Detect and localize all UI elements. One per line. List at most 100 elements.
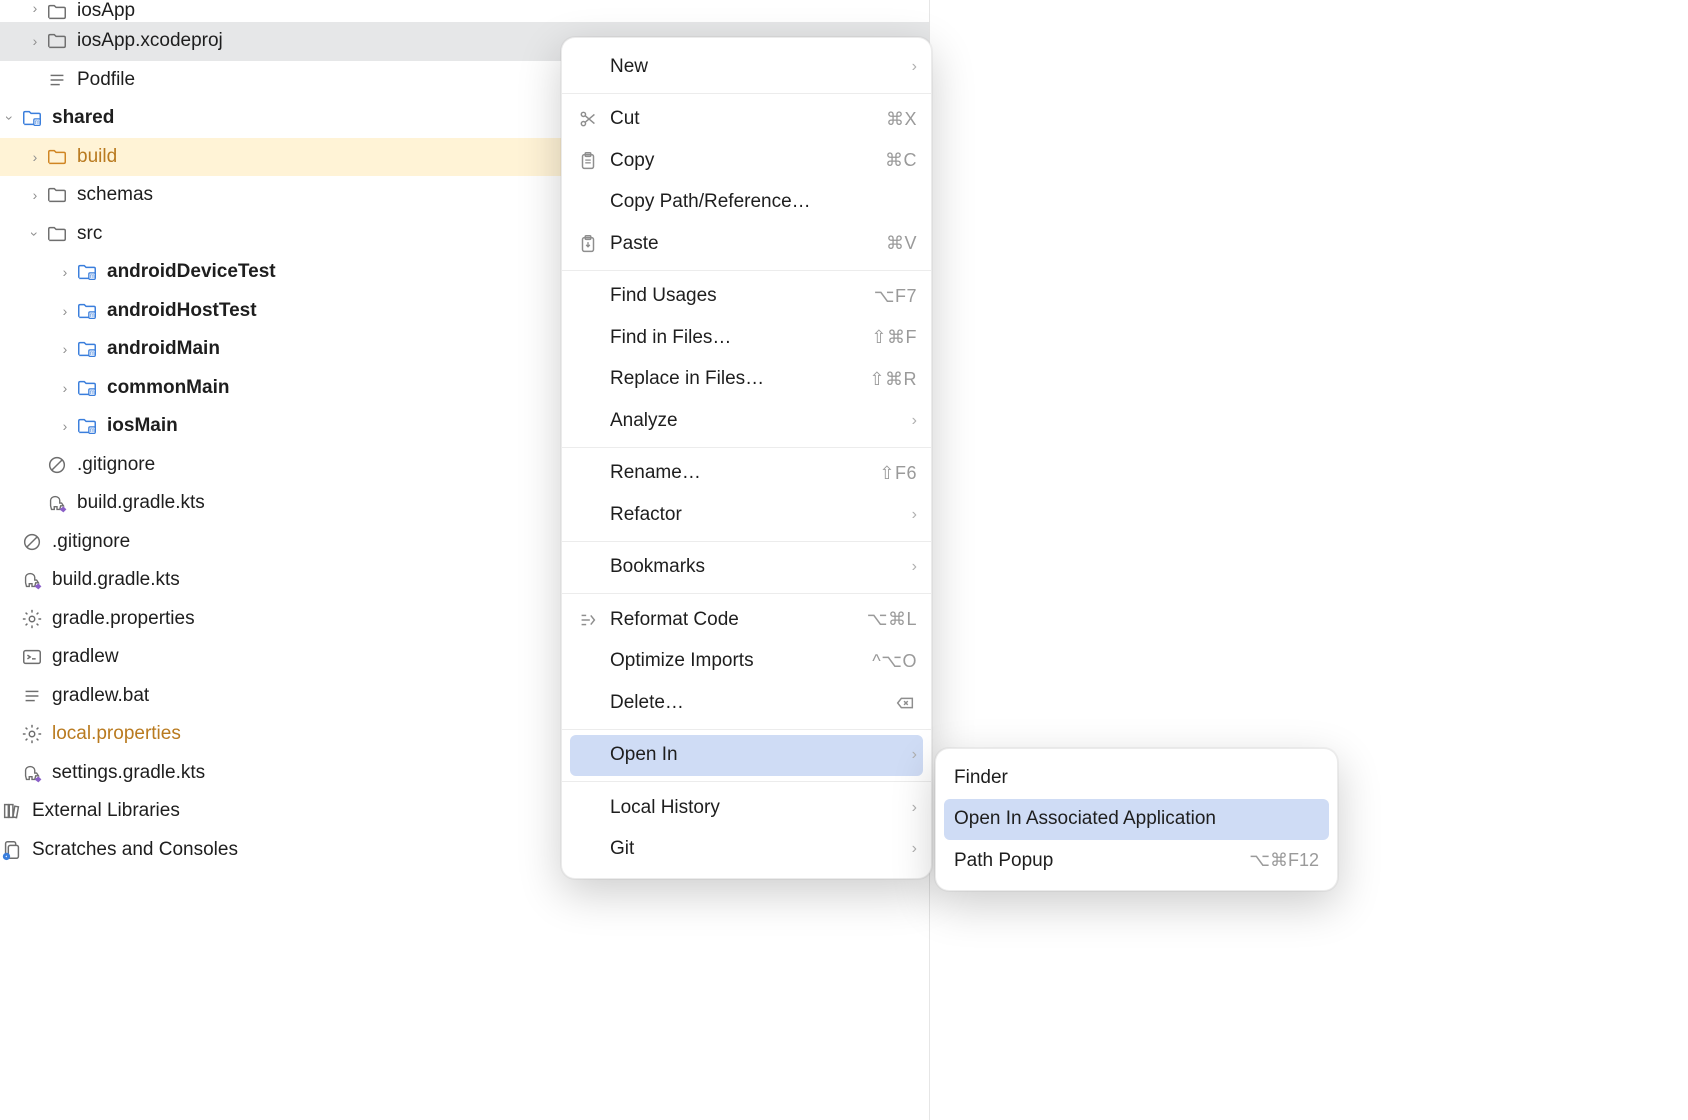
- ignored-file-icon: [45, 453, 69, 477]
- menu-bookmarks[interactable]: Bookmarks ›: [562, 547, 931, 589]
- source-folder-icon: [75, 414, 99, 438]
- submenu-shortcut: ⌥⌘F12: [1249, 850, 1319, 871]
- menu-shortcut: ⇧⌘R: [869, 369, 917, 390]
- tree-label: iosApp: [77, 0, 135, 22]
- text-file-icon: [45, 68, 69, 92]
- menu-label: Refactor: [610, 504, 904, 526]
- chevron-right-icon[interactable]: ›: [25, 0, 45, 16]
- menu-label: Bookmarks: [610, 556, 904, 578]
- menu-local-history[interactable]: Local History ›: [562, 787, 931, 829]
- tree-label: schemas: [77, 184, 153, 206]
- source-folder-icon: [75, 337, 99, 361]
- submenu-label: Open In Associated Application: [954, 808, 1319, 830]
- menu-open-in[interactable]: Open In ›: [570, 735, 923, 777]
- chevron-down-icon[interactable]: ›: [27, 224, 43, 244]
- scratches-icon: [0, 838, 24, 862]
- chevron-right-icon: ›: [912, 746, 917, 764]
- tree-label: Scratches and Consoles: [32, 839, 238, 861]
- submenu-label: Path Popup: [954, 850, 1249, 872]
- properties-file-icon: [20, 722, 44, 746]
- chevron-down-icon[interactable]: ›: [2, 108, 18, 128]
- chevron-right-icon[interactable]: ›: [55, 418, 75, 434]
- tree-label: Podfile: [77, 69, 135, 91]
- menu-separator: [562, 270, 931, 271]
- ignored-file-icon: [20, 530, 44, 554]
- menu-new[interactable]: New ›: [562, 46, 931, 88]
- tree-label: commonMain: [107, 377, 229, 399]
- menu-label: Open In: [610, 744, 904, 766]
- tree-label: gradlew: [52, 646, 119, 668]
- menu-label: Rename…: [610, 462, 879, 484]
- reformat-icon: [576, 608, 600, 632]
- submenu-associated-app[interactable]: Open In Associated Application: [944, 799, 1329, 841]
- menu-replace-in-files[interactable]: Replace in Files… ⇧⌘R: [562, 359, 931, 401]
- menu-shortcut: ⌥F7: [874, 286, 917, 307]
- chevron-right-icon[interactable]: ›: [25, 33, 45, 49]
- source-folder-icon: [75, 299, 99, 323]
- tree-label: .gitignore: [77, 454, 155, 476]
- menu-find-in-files[interactable]: Find in Files… ⇧⌘F: [562, 317, 931, 359]
- chevron-right-icon[interactable]: ›: [25, 187, 45, 203]
- chevron-right-icon: ›: [912, 58, 917, 76]
- chevron-right-icon[interactable]: ›: [55, 303, 75, 319]
- menu-find-usages[interactable]: Find Usages ⌥F7: [562, 276, 931, 318]
- tree-label: build.gradle.kts: [52, 569, 180, 591]
- menu-git[interactable]: Git ›: [562, 829, 931, 871]
- menu-label: Local History: [610, 797, 904, 819]
- submenu-open-in: Finder Open In Associated Application Pa…: [935, 748, 1338, 891]
- menu-copy-path[interactable]: Copy Path/Reference…: [562, 182, 931, 224]
- tree-label: settings.gradle.kts: [52, 762, 205, 784]
- menu-label: Reformat Code: [610, 609, 867, 631]
- folder-icon: [45, 183, 69, 207]
- menu-shortcut: ⌥⌘L: [867, 609, 917, 630]
- menu-copy[interactable]: Copy ⌘C: [562, 140, 931, 182]
- tree-label: .gitignore: [52, 531, 130, 553]
- menu-separator: [562, 729, 931, 730]
- shell-file-icon: [20, 645, 44, 669]
- text-file-icon: [20, 684, 44, 708]
- menu-label: Copy: [610, 150, 885, 172]
- chevron-right-icon: ›: [912, 799, 917, 817]
- menu-label: Analyze: [610, 410, 904, 432]
- menu-shortcut: ^⌥O: [872, 651, 917, 672]
- context-menu: New › Cut ⌘X Copy ⌘C Copy Path/Reference…: [561, 37, 932, 879]
- menu-rename[interactable]: Rename… ⇧F6: [562, 453, 931, 495]
- menu-label: Optimize Imports: [610, 650, 872, 672]
- folder-icon: [45, 0, 69, 24]
- menu-reformat[interactable]: Reformat Code ⌥⌘L: [562, 599, 931, 641]
- submenu-finder[interactable]: Finder: [936, 757, 1337, 799]
- menu-cut[interactable]: Cut ⌘X: [562, 99, 931, 141]
- menu-label: New: [610, 56, 904, 78]
- tree-label: build.gradle.kts: [77, 492, 205, 514]
- submenu-path-popup[interactable]: Path Popup ⌥⌘F12: [936, 840, 1337, 882]
- chevron-right-icon[interactable]: ›: [55, 341, 75, 357]
- clipboard-icon: [576, 149, 600, 173]
- menu-paste[interactable]: Paste ⌘V: [562, 223, 931, 265]
- menu-shortcut: ⇧F6: [879, 463, 917, 484]
- tree-label: gradle.properties: [52, 608, 195, 630]
- backspace-icon: [893, 691, 917, 715]
- module-folder-icon: [20, 106, 44, 130]
- chevron-right-icon: ›: [912, 412, 917, 430]
- excluded-folder-icon: [45, 145, 69, 169]
- menu-shortcut: ⌘X: [886, 109, 917, 130]
- folder-icon: [45, 222, 69, 246]
- menu-shortcut: ⇧⌘F: [871, 327, 917, 348]
- menu-separator: [562, 593, 931, 594]
- menu-delete[interactable]: Delete…: [562, 682, 931, 724]
- tree-label: External Libraries: [32, 800, 180, 822]
- chevron-right-icon[interactable]: ›: [55, 380, 75, 396]
- chevron-right-icon: ›: [912, 506, 917, 524]
- tree-label: local.properties: [52, 723, 181, 745]
- clipboard-paste-icon: [576, 232, 600, 256]
- menu-refactor[interactable]: Refactor ›: [562, 494, 931, 536]
- scissors-icon: [576, 107, 600, 131]
- menu-separator: [562, 93, 931, 94]
- menu-optimize-imports[interactable]: Optimize Imports ^⌥O: [562, 641, 931, 683]
- menu-label: Delete…: [610, 692, 893, 714]
- tree-item-iosapp[interactable]: › iosApp: [0, 0, 929, 22]
- menu-analyze[interactable]: Analyze ›: [562, 400, 931, 442]
- folder-icon: [45, 29, 69, 53]
- chevron-right-icon[interactable]: ›: [25, 149, 45, 165]
- chevron-right-icon[interactable]: ›: [55, 264, 75, 280]
